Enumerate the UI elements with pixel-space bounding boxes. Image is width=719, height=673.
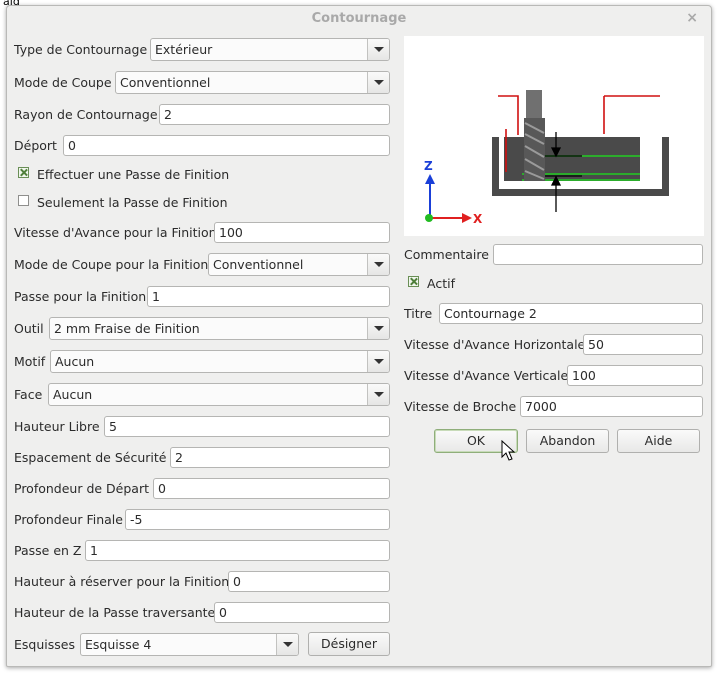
hauteur-traversante-input[interactable]: 0 — [214, 602, 390, 623]
mode-coupe-label: Mode de Coupe — [14, 75, 112, 90]
seulement-finition-checkbox-row[interactable]: Seulement la Passe de Finition — [14, 191, 374, 214]
actif-label: Actif — [427, 276, 455, 291]
espacement-input[interactable]: 2 — [170, 447, 390, 468]
contournage-dialog: Contournage × Type de Contournage Extéri… — [6, 5, 712, 667]
vitesse-finition-input[interactable]: 100 — [214, 222, 390, 243]
prof-finale-label: Profondeur Finale — [14, 512, 123, 527]
red-path-line — [498, 95, 660, 135]
espacement-label: Espacement de Sécurité — [14, 450, 167, 465]
chevron-down-icon[interactable] — [367, 254, 389, 275]
vitesse-horizontale-label: Vitesse d'Avance Horizontale — [404, 337, 586, 352]
passe-finition-check-label: Effectuer une Passe de Finition — [37, 167, 230, 182]
type-contournage-label: Type de Contournage — [14, 42, 148, 57]
hauteur-reserver-label: Hauteur à réserver pour la Finition — [14, 574, 230, 589]
actif-checkbox-row[interactable]: Actif — [404, 272, 524, 295]
abandon-button[interactable]: Abandon — [526, 429, 609, 453]
passe-finition-checkbox[interactable] — [18, 167, 29, 178]
mode-coupe-finition-label: Mode de Coupe pour la Finition — [14, 257, 209, 272]
motif-select[interactable]: Aucun — [50, 350, 390, 373]
passe-z-label: Passe en Z — [14, 543, 82, 558]
type-contournage-value: Extérieur — [155, 42, 213, 57]
vitesse-horizontale-input[interactable]: 50 — [583, 334, 703, 355]
rayon-label: Rayon de Contournage — [14, 107, 158, 122]
axis-gizmo: Z X — [424, 159, 483, 226]
hauteur-libre-label: Hauteur Libre — [14, 419, 100, 434]
axis-z-label: Z — [424, 159, 433, 173]
prof-finale-input[interactable]: -5 — [125, 509, 390, 530]
mode-coupe-finition-value: Conventionnel — [213, 257, 304, 272]
chevron-down-icon[interactable] — [367, 384, 389, 405]
chevron-down-icon[interactable] — [367, 72, 389, 93]
commentaire-input[interactable] — [493, 244, 703, 265]
axis-x-label: X — [473, 212, 483, 226]
mouse-cursor-icon — [501, 440, 515, 461]
designer-button[interactable]: Désigner — [308, 632, 390, 656]
chevron-down-icon[interactable] — [367, 318, 389, 339]
seulement-finition-checkbox[interactable] — [18, 195, 29, 206]
hauteur-traversante-label: Hauteur de la Passe traversante — [14, 605, 216, 620]
vitesse-verticale-input[interactable]: 100 — [567, 365, 703, 386]
vitesse-broche-label: Vitesse de Broche — [404, 399, 517, 414]
motif-label: Motif — [14, 354, 46, 369]
deport-label: Déport — [14, 138, 57, 153]
titre-label: Titre — [404, 306, 433, 321]
mode-coupe-finition-select[interactable]: Conventionnel — [208, 253, 390, 276]
toolpath-preview: Z X — [404, 36, 704, 236]
esquisses-label: Esquisses — [14, 637, 75, 652]
aide-button[interactable]: Aide — [617, 429, 700, 453]
passe-finition-input[interactable]: 1 — [147, 286, 390, 307]
chevron-down-icon[interactable] — [367, 39, 389, 60]
deport-input[interactable]: 0 — [63, 135, 390, 156]
prof-depart-label: Profondeur de Départ — [14, 481, 150, 496]
hauteur-reserver-input[interactable]: 0 — [228, 571, 390, 592]
vitesse-finition-label: Vitesse d'Avance pour la Finition — [14, 225, 217, 240]
close-icon[interactable]: × — [686, 10, 698, 26]
prof-depart-input[interactable]: 0 — [153, 478, 390, 499]
passe-z-input[interactable]: 1 — [85, 540, 390, 561]
hauteur-libre-input[interactable]: 5 — [104, 416, 390, 437]
mode-coupe-value: Conventionnel — [120, 75, 211, 90]
face-label: Face — [14, 387, 43, 402]
dialog-title: Contournage — [311, 11, 407, 26]
chevron-down-icon[interactable] — [276, 634, 298, 655]
vitesse-broche-input[interactable]: 7000 — [520, 396, 703, 417]
outil-label: Outil — [14, 321, 44, 336]
commentaire-label: Commentaire — [404, 247, 489, 262]
actif-checkbox[interactable] — [408, 276, 419, 287]
outil-value: 2 mm Fraise de Finition — [54, 321, 200, 336]
mode-coupe-select[interactable]: Conventionnel — [115, 71, 390, 94]
motif-value: Aucun — [55, 354, 95, 369]
passe-finition-label: Passe pour la Finition — [14, 289, 147, 304]
type-contournage-select[interactable]: Extérieur — [150, 38, 390, 61]
end-mill-tool — [524, 90, 545, 181]
vitesse-verticale-label: Vitesse d'Avance Verticale — [404, 368, 569, 383]
esquisses-select[interactable]: Esquisse 4 — [80, 633, 299, 656]
seulement-finition-check-label: Seulement la Passe de Finition — [37, 195, 228, 210]
face-select[interactable]: Aucun — [48, 383, 390, 406]
rayon-input[interactable]: 2 — [159, 104, 390, 125]
chevron-down-icon[interactable] — [367, 351, 389, 372]
title-bar[interactable]: Contournage × — [7, 6, 711, 30]
outil-select[interactable]: 2 mm Fraise de Finition — [49, 317, 390, 340]
passe-finition-checkbox-row[interactable]: Effectuer une Passe de Finition — [14, 163, 374, 186]
esquisses-value: Esquisse 4 — [85, 637, 152, 652]
face-value: Aucun — [53, 387, 93, 402]
preview-drawing: Z X — [424, 90, 669, 226]
workpiece-pocket — [492, 137, 669, 196]
titre-input[interactable]: Contournage 2 — [439, 303, 703, 324]
